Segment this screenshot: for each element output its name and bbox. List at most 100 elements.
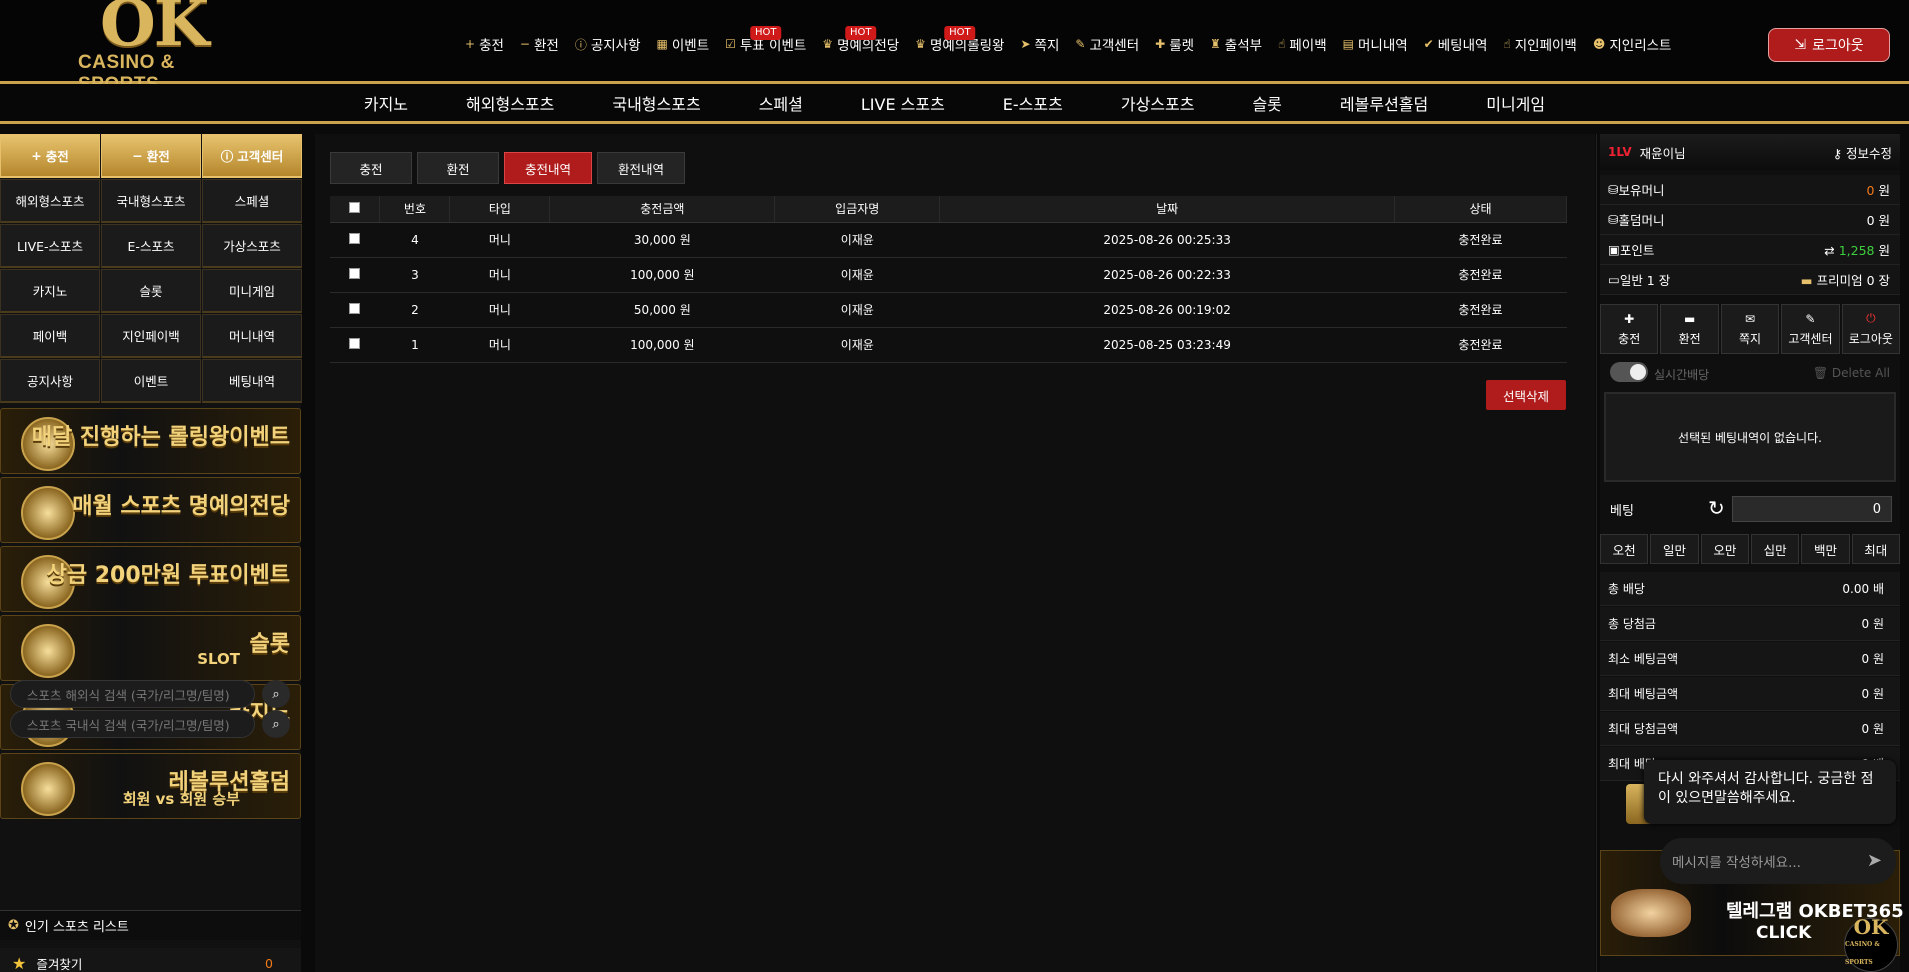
left-menu-button[interactable]: − 환전	[101, 134, 201, 178]
search-icon[interactable]: ⌕	[262, 710, 290, 738]
nav-item[interactable]: ✔ 베팅내역	[1424, 34, 1488, 54]
content-tabs: 충전 환전 충전내역 환전내역	[330, 152, 686, 184]
logout-button[interactable]: ⇲ 로그아웃	[1768, 28, 1890, 62]
category-tab[interactable]: 레볼루션홀덤	[1340, 91, 1428, 115]
left-menu-button[interactable]: 스페셜	[202, 179, 302, 223]
left-menu-button[interactable]: 머니내역	[202, 314, 302, 358]
left-menu-button[interactable]: 해외형스포츠	[0, 179, 100, 223]
nav-item[interactable]: ▤ 머니내역	[1343, 34, 1408, 54]
left-menu-button[interactable]: 이벤트	[101, 359, 201, 403]
row-checkbox[interactable]	[349, 232, 361, 244]
chat-input[interactable]: 메시지를 작성하세요... ➤	[1660, 838, 1896, 884]
promo-banner[interactable]: 레볼루션홀덤 회원 vs 회원 승부	[0, 753, 301, 819]
left-menu-button[interactable]: 국내형스포츠	[101, 179, 201, 223]
nav-item[interactable]: ⓘ 공지사항	[575, 34, 641, 55]
row-checkbox[interactable]	[349, 302, 361, 314]
row-checkbox[interactable]	[349, 337, 361, 349]
banner-title: 매월 스포츠 명예의전당	[72, 494, 290, 519]
left-menu-button[interactable]: ⓘ 고객센터	[202, 134, 302, 178]
tab-1[interactable]: 환전	[417, 152, 499, 184]
send-icon[interactable]: ➤	[1867, 850, 1882, 871]
refresh-icon[interactable]: ↻	[1708, 496, 1725, 520]
nav-item[interactable]: ☝ 지인페이백	[1503, 34, 1576, 54]
nav-item[interactable]: − 환전	[520, 34, 559, 54]
left-menu-button[interactable]: E-스포츠	[101, 224, 201, 268]
left-menu-button[interactable]: LIVE-스포츠	[0, 224, 100, 268]
left-menu-grid: + 충전 − 환전 ⓘ 고객센터해외형스포츠 국내형스포츠 스페셜 LIVE-스포츠 E-스포츠 가…	[0, 134, 302, 403]
action-mail-button[interactable]: ✉ 쪽지	[1720, 304, 1780, 354]
chat-message-bubble: 다시 와주셔서 감사합니다. 궁금한 점이 있으면말씀해주세요.	[1644, 760, 1896, 824]
search-overseas-input[interactable]: 스포츠 해외식 검색 (국가/리그명/팀명)	[10, 680, 255, 708]
bet-chip[interactable]: 오천	[1600, 534, 1649, 564]
nav-item[interactable]: ✎ 고객센터	[1075, 34, 1139, 54]
search-icon[interactable]: ⌕	[262, 680, 290, 708]
delete-selected-button[interactable]: 선택삭제	[1486, 380, 1566, 410]
site-logo[interactable]: OK CASINO & SPORTS	[70, 0, 250, 95]
nav-item[interactable]: ♛ 명예의전당 HOT	[822, 26, 899, 54]
edit-profile-link[interactable]: ⚷ 정보수정	[1833, 143, 1892, 162]
delete-all-button[interactable]: 🗑 Delete All	[1813, 366, 1890, 380]
left-menu-button[interactable]: 미니게임	[202, 269, 302, 313]
nav-item[interactable]: ♜ 출석부	[1210, 34, 1262, 54]
column-header: 충전금액	[549, 196, 776, 223]
bet-chip[interactable]: 십만	[1750, 534, 1800, 564]
favorites-row[interactable]: ★ 즐겨찾기 0	[0, 948, 301, 972]
category-tab[interactable]: 스페셜	[759, 91, 803, 115]
promo-banner[interactable]: 상금 200만원 투표이벤트	[0, 546, 301, 612]
nav-item[interactable]: ✚ 룰렛	[1155, 34, 1194, 54]
category-tab[interactable]: 카지노	[364, 91, 408, 115]
left-menu-button[interactable]: 가상스포츠	[202, 224, 302, 268]
bet-chip[interactable]: 일만	[1650, 534, 1699, 564]
plus-icon: +	[31, 148, 42, 163]
promo-banner[interactable]: 슬롯 SLOT	[0, 615, 301, 681]
search-domestic-input[interactable]: 스포츠 국내식 검색 (국가/리그명/팀명)	[10, 710, 255, 738]
left-menu-button[interactable]: 지인페이백	[101, 314, 201, 358]
category-tab[interactable]: 가상스포츠	[1121, 91, 1195, 115]
bet-amount-input[interactable]: 0	[1732, 496, 1892, 522]
category-tab[interactable]: 국내형스포츠	[612, 91, 700, 115]
action-plus-button[interactable]: ✚ 충전	[1600, 304, 1659, 354]
point-value: 1,258	[1838, 243, 1875, 258]
bet-chip[interactable]: 오만	[1700, 534, 1749, 564]
ok-badge-logo[interactable]: OK CASINO & SPORTS	[1844, 917, 1898, 972]
action-power-button[interactable]: ⏻ 로그아웃	[1841, 304, 1901, 354]
left-menu-label: 베팅내역	[228, 374, 275, 389]
nav-item[interactable]: ➤ 쪽지	[1020, 34, 1059, 54]
left-menu-button[interactable]: 카지노	[0, 269, 100, 313]
select-all-checkbox[interactable]	[349, 201, 361, 213]
action-minus-button[interactable]: ▬ 환전	[1660, 304, 1719, 354]
point-row[interactable]: ▣ 포인트 ⇄ 1,258 원	[1600, 235, 1900, 265]
nav-item[interactable]: ♛ 명예의롤링왕 HOT	[915, 26, 1004, 54]
promo-banner[interactable]: 매월 스포츠 명예의전당	[0, 477, 301, 543]
left-menu-button[interactable]: 베팅내역	[202, 359, 302, 403]
category-tab[interactable]: 미니게임	[1486, 91, 1545, 115]
category-tab[interactable]: 슬롯	[1252, 91, 1281, 115]
nav-item[interactable]: ☑ 투표 이벤트 HOT	[725, 26, 806, 54]
tab-2[interactable]: 충전내역	[504, 152, 593, 184]
nav-item-label: 머니내역	[1357, 38, 1408, 54]
promo-banner[interactable]: 매달 진행하는 롤링왕이벤트	[0, 408, 301, 474]
left-menu-button[interactable]: 페이백	[0, 314, 100, 358]
nav-item[interactable]: ☝ 페이백	[1278, 34, 1327, 54]
action-edit-button[interactable]: ✎ 고객센터	[1781, 304, 1840, 354]
nav-item[interactable]: ☻ 지인리스트	[1593, 34, 1672, 54]
nav-item[interactable]: ▦ 이벤트	[657, 34, 710, 54]
left-menu-button[interactable]: 공지사항	[0, 359, 100, 403]
left-menu-label: LIVE-스포츠	[16, 239, 84, 254]
tab-0[interactable]: 충전	[330, 152, 412, 184]
category-tab[interactable]: E-스포츠	[1003, 91, 1063, 115]
bet-chip[interactable]: 최대	[1851, 534, 1900, 564]
tab-3[interactable]: 환전내역	[597, 152, 686, 184]
left-menu-label: 미니게임	[228, 284, 275, 299]
category-tab[interactable]: 해외형스포츠	[466, 91, 554, 115]
category-tab[interactable]: LIVE 스포츠	[861, 91, 945, 115]
bet-chip[interactable]: 백만	[1801, 534, 1850, 564]
nav-item[interactable]: + 충전	[465, 34, 504, 54]
exchange-icon: ⇄	[1824, 243, 1839, 258]
left-menu-button[interactable]: 슬롯	[101, 269, 201, 313]
edit-icon: ✎	[1805, 311, 1816, 326]
left-menu-button[interactable]: + 충전	[0, 134, 100, 178]
realtime-odds-toggle[interactable]	[1610, 362, 1648, 382]
row-checkbox[interactable]	[349, 267, 361, 279]
stat-value: 0.00 배	[1842, 582, 1884, 596]
